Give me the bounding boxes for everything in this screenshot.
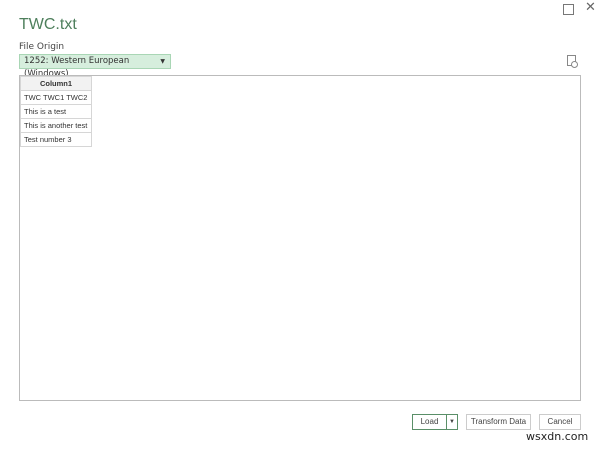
- data-preview: Column1 TWC TWC1 TWC2 This is a test Thi…: [19, 75, 581, 401]
- table-cell: This is a test: [20, 104, 92, 119]
- table-row: This is a test: [20, 104, 92, 119]
- watermark: wsxdn.com: [526, 430, 589, 443]
- file-origin-label: File Origin: [19, 42, 65, 52]
- preview-table: Column1 TWC TWC1 TWC2 This is a test Thi…: [20, 76, 92, 147]
- load-options-dropdown[interactable]: ▼: [446, 414, 458, 430]
- table-cell: This is another test: [20, 118, 92, 133]
- load-button[interactable]: Load: [412, 414, 447, 430]
- cancel-button[interactable]: Cancel: [539, 414, 581, 430]
- chevron-down-icon: ▼: [160, 58, 165, 65]
- table-row: Test number 3: [20, 132, 92, 147]
- dialog-title: TWC.txt: [19, 16, 77, 33]
- file-settings-icon[interactable]: [567, 55, 578, 68]
- table-row: This is another test: [20, 118, 92, 133]
- table-row: TWC TWC1 TWC2: [20, 90, 92, 105]
- maximize-icon[interactable]: [563, 4, 574, 15]
- file-origin-dropdown[interactable]: 1252: Western European (Windows) ▼: [19, 54, 171, 79]
- transform-data-button[interactable]: Transform Data: [466, 414, 531, 430]
- table-cell: Test number 3: [20, 132, 92, 147]
- close-icon[interactable]: ✕: [585, 0, 596, 15]
- table-cell: TWC TWC1 TWC2: [20, 90, 92, 105]
- column-header[interactable]: Column1: [20, 76, 92, 91]
